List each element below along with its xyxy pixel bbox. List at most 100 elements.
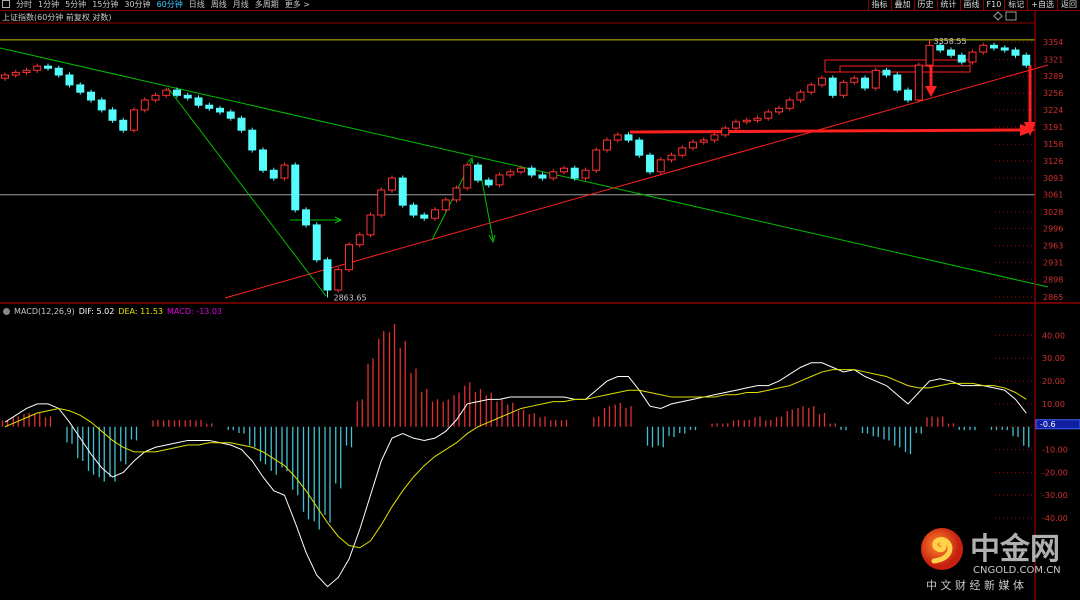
candle-body: [839, 81, 848, 96]
candle: [775, 105, 783, 115]
candle: [452, 185, 461, 203]
price-tick-label: 3256: [1043, 89, 1063, 98]
candle: [119, 117, 128, 133]
price-tick-label: 3158: [1043, 140, 1063, 149]
candle-body: [581, 169, 590, 179]
candle-body: [140, 99, 149, 111]
candle: [140, 97, 149, 113]
candle: [1, 72, 9, 81]
candle: [194, 95, 203, 108]
candle-body: [205, 104, 214, 109]
candle: [678, 145, 687, 158]
macd-name: MACD(12,26,9): [14, 307, 75, 316]
candle-body: [699, 139, 708, 143]
candle: [764, 109, 773, 121]
candle: [474, 162, 482, 183]
candle: [753, 115, 762, 123]
candle: [1000, 45, 1009, 53]
candle-body: [635, 139, 644, 156]
candle: [667, 152, 676, 163]
candle-body: [323, 259, 332, 291]
candle-body: [807, 84, 816, 93]
candle: [506, 169, 515, 178]
macd-tick-label: 30.00: [1042, 354, 1065, 363]
candle-body: [334, 269, 343, 291]
candle: [269, 167, 278, 181]
candle-body: [570, 167, 579, 179]
candle-body: [420, 214, 429, 219]
candle-body: [721, 127, 730, 136]
macd-tick-label: 10.00: [1042, 400, 1065, 409]
candle-body: [355, 234, 364, 246]
candle: [463, 162, 472, 191]
candle-body: [936, 44, 945, 51]
candle: [656, 157, 665, 175]
svg-text:CNGOLD.COM.CN: CNGOLD.COM.CN: [973, 565, 1061, 576]
candle-body: [861, 77, 869, 89]
candle-body: [33, 65, 42, 71]
candle-body: [656, 159, 665, 173]
candle-body: [968, 51, 977, 63]
candle: [592, 147, 601, 173]
cngold-logo: 中金网 CNGOLD.COM.CN 中 文 财 经 新 媒 体: [920, 525, 1080, 595]
candle-body: [1000, 47, 1009, 51]
dif-line: [4, 362, 1027, 588]
candle-body: [689, 141, 697, 149]
price-tick-label: 3028: [1043, 208, 1063, 217]
candle: [785, 97, 794, 111]
candle: [441, 197, 450, 213]
candle: [237, 115, 246, 133]
candle: [947, 47, 955, 58]
candle-body: [1022, 54, 1031, 66]
candle-body: [44, 65, 52, 69]
candle-body: [775, 107, 783, 113]
candle-body: [76, 84, 85, 93]
candle-body: [366, 214, 375, 236]
candle: [914, 62, 923, 103]
price-tick-label: 3093: [1043, 174, 1063, 183]
candle-body: [495, 174, 504, 186]
candle: [130, 107, 138, 133]
macd-tick-label: -20.00: [1042, 468, 1068, 477]
candle-body: [1, 74, 9, 79]
candle-body: [11, 71, 20, 76]
price-tick-label: 3321: [1043, 55, 1063, 64]
chart-canvas[interactable]: 3358.55 2863.65 3354 3321 3289 3256 3224 3191 31…: [0, 0, 1080, 600]
green-drawn-line: [167, 87, 327, 297]
candle: [345, 242, 353, 273]
candle-body: [269, 169, 278, 179]
candle: [742, 117, 751, 125]
candle-body: [22, 69, 31, 73]
candle-body: [398, 177, 407, 206]
candle-body: [818, 77, 826, 86]
candle: [796, 89, 805, 103]
logo-swirl-icon: 中金网 CNGOLD.COM.CN 中 文 财 经 新 媒 体: [921, 528, 1061, 592]
price-tick-label: 2898: [1043, 276, 1063, 285]
candle: [925, 39, 934, 68]
candle: [409, 202, 418, 218]
candle: [248, 127, 257, 153]
fullscreen-icon: [1005, 11, 1017, 21]
candle: [420, 212, 429, 221]
candle-body: [732, 121, 740, 129]
candle-body: [484, 179, 493, 186]
candle: [11, 69, 20, 78]
candle: [87, 89, 95, 103]
candle: [699, 137, 708, 145]
indicator-menu-icon[interactable]: [3, 308, 10, 315]
candle: [882, 67, 891, 78]
candle-body: [990, 44, 998, 49]
candle-body: [65, 74, 74, 86]
candle-body: [452, 187, 461, 201]
price-tick-label: 2931: [1043, 258, 1063, 267]
candle: [377, 187, 386, 218]
candle-body: [947, 49, 955, 56]
candle: [22, 67, 31, 76]
macd-tick-label: -40.00: [1042, 514, 1068, 523]
candle-body: [904, 89, 912, 101]
candle: [183, 92, 192, 101]
candle: [108, 107, 117, 123]
candle-body: [280, 164, 289, 179]
low-price-label: 2863.65: [334, 293, 367, 302]
candle: [635, 137, 644, 158]
